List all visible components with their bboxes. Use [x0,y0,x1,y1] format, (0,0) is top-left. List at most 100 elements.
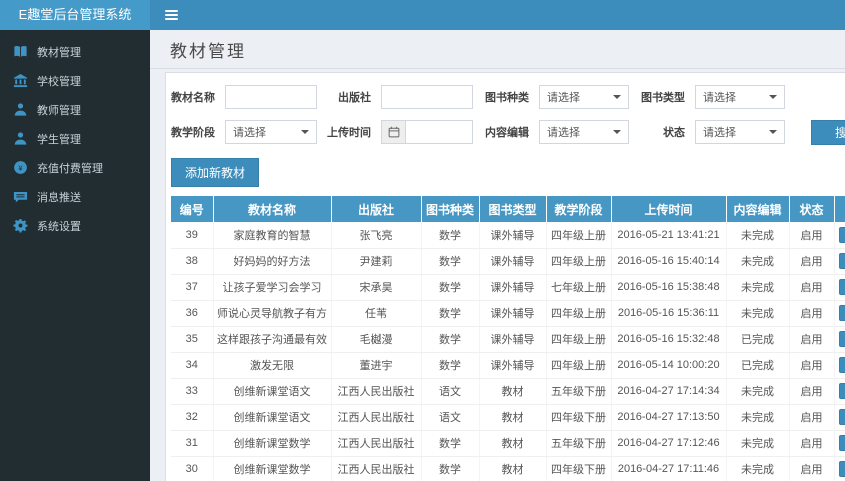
table-cell: 教材 [479,404,547,431]
column-header: 编号 [171,196,214,222]
row-action-button[interactable] [838,383,845,399]
table-cell: 课外辅导 [479,326,547,353]
table-cell: 课外辅导 [479,222,547,249]
table-cell: 2016-04-27 17:13:50 [611,404,727,431]
table-row: 30 创维新课堂数学 江西人民出版社 数学 教材 四年级下册 2016-04-27 17:1… [171,456,845,481]
table-cell: 数学 [421,456,480,481]
sidebar-item[interactable]: 学校管理 [0,66,150,95]
table-cell: 课外辅导 [479,300,547,327]
text-input[interactable] [381,85,473,109]
field-label: 上传时间 [327,127,371,139]
column-header: 图书类型 [479,196,547,222]
table-cell: 2016-04-27 17:11:46 [611,456,727,481]
sidebar-item-label: 学校管理 [37,75,81,88]
row-action-button[interactable] [838,357,845,373]
table-cell: 五年级下册 [546,378,612,405]
table-cell: 课外辅导 [479,352,547,379]
chevron-down-icon [301,130,309,134]
teacher-icon [13,102,28,117]
book-icon [13,44,28,59]
sidebar-item[interactable]: 消息推送 [0,182,150,211]
column-header: 内容编辑 [726,196,790,222]
field-label: 教学阶段 [171,127,215,139]
table-cell: 未完成 [726,274,790,301]
row-action-button[interactable] [838,305,845,321]
table-cell: 启用 [789,300,835,327]
table-cell: 2016-04-27 17:14:34 [611,378,727,405]
row-action-button[interactable] [838,409,845,425]
table-row: 39 家庭教育的智慧 张飞亮 数学 课外辅导 四年级上册 2016-05-21 13:41:… [171,222,845,249]
table-cell: 数学 [421,222,480,249]
page-title: 教材管理 [170,41,246,61]
content-header: 教材管理 [150,30,845,69]
table-cell: 39 [171,222,214,249]
table-cell: 已完成 [726,326,790,353]
table-cell: 启用 [789,404,835,431]
field-label: 出版社 [338,92,371,104]
action-cell [834,274,845,301]
table-row: 34 激发无限 董进宇 数学 课外辅导 四年级上册 2016-05-14 10:00:20 已… [171,352,845,379]
app-logo[interactable]: E趣堂后台管理系统 [0,0,150,30]
row-action-button[interactable] [838,226,845,243]
table-cell: 32 [171,404,214,431]
table-cell: 未完成 [726,456,790,481]
table-cell: 启用 [789,378,835,405]
table-cell: 创维新课堂数学 [213,430,332,457]
select-value: 请选择 [233,127,266,139]
main-content: 教材管理 教材名称 出版社 图书种类 请选择 图书类型 请选择 教学阶段 请选择 上传时间 内容编… [150,30,845,481]
sidebar-item[interactable]: 教材管理 [0,37,150,66]
row-action-button[interactable] [838,331,845,347]
row-action-button[interactable] [838,253,845,269]
action-cell [834,430,845,457]
field-label: 状态 [663,127,685,139]
select-dropdown[interactable]: 请选择 [695,120,785,144]
add-textbook-button[interactable]: 添加新教材 [171,158,260,187]
sidebar-item[interactable]: ¥ 充值付费管理 [0,153,150,182]
table-body: 39 家庭教育的智慧 张飞亮 数学 课外辅导 四年级上册 2016-05-21 13:41:… [171,222,845,481]
sidebar-item[interactable]: 教师管理 [0,95,150,124]
row-action-button[interactable] [838,461,845,477]
table-cell: 2016-05-16 15:38:48 [611,274,727,301]
action-cell [834,300,845,327]
column-header: 图书种类 [421,196,480,222]
message-icon [13,189,28,204]
table-cell: 江西人民出版社 [331,378,422,405]
chevron-down-icon [769,95,777,99]
sidebar-menu: 教材管理学校管理教师管理 学生管理 ¥ 充值付费管理 消息推送 系统设置 [0,37,150,240]
select-dropdown[interactable]: 请选择 [539,85,629,109]
search-button[interactable]: 搜索 [811,120,845,145]
action-cell [834,404,845,431]
table-cell: 未完成 [726,378,790,405]
table-cell: 未完成 [726,222,790,249]
table-cell: 四年级上册 [546,352,612,379]
field-label: 图书种类 [485,92,529,104]
sidebar-toggle-button[interactable] [150,0,192,30]
column-header [834,196,845,222]
sidebar-item[interactable]: 系统设置 [0,211,150,240]
row-action-button[interactable] [838,279,845,295]
table-cell: 启用 [789,430,835,457]
text-input[interactable] [225,85,317,109]
table-cell: 已完成 [726,352,790,379]
table-cell: 未完成 [726,300,790,327]
action-cell [834,222,845,249]
table-cell: 创维新课堂语文 [213,378,332,405]
table-cell: 启用 [789,352,835,379]
table-cell: 未完成 [726,248,790,275]
select-dropdown[interactable]: 请选择 [225,120,317,144]
action-cell [834,352,845,379]
table-cell: 33 [171,378,214,405]
table-cell: 2016-05-16 15:32:48 [611,326,727,353]
search-form: 教材名称 出版社 图书种类 请选择 图书类型 请选择 教学阶段 请选择 上传时间 内容编辑 请选择状… [171,85,845,144]
calendar-icon[interactable] [381,120,405,144]
table-cell: 35 [171,326,214,353]
select-dropdown[interactable]: 请选择 [695,85,785,109]
table-cell: 36 [171,300,214,327]
date-input[interactable] [405,120,473,144]
date-field [381,120,473,144]
table-cell: 38 [171,248,214,275]
select-dropdown[interactable]: 请选择 [539,120,629,144]
sidebar-item[interactable]: 学生管理 [0,124,150,153]
table-cell: 四年级下册 [546,456,612,481]
row-action-button[interactable] [838,435,845,451]
